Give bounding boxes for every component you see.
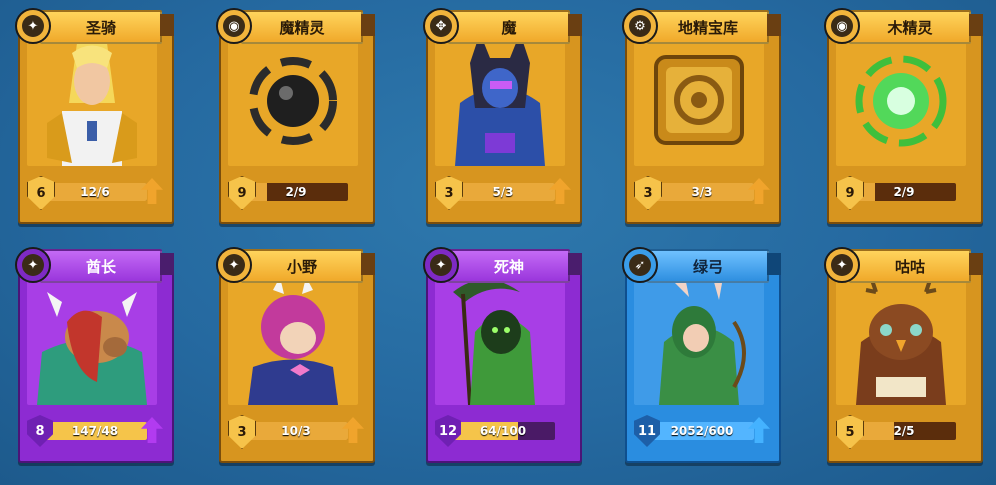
hero-portrait (435, 272, 565, 405)
sparkle-icon: ✦ (15, 247, 51, 283)
hero-card-grid: 圣骑 ✦ 6 12/6 魔精灵 ◉ 9 2/9 魔 ✥ 3 5/3 地精宝库 ⚙… (0, 0, 996, 485)
progress-text: 64/100 (479, 424, 527, 438)
hero-portrait (634, 33, 764, 166)
ribbon-tab (767, 253, 781, 275)
progress-text: 12/6 (80, 185, 110, 199)
progress-text: 10/3 (281, 424, 311, 438)
hero-card-wood-elf[interactable]: 木精灵 ◉ 9 2/9 (824, 6, 983, 224)
ribbon-tab (969, 253, 983, 275)
hero-card-xiaoye[interactable]: 小野 ✦ 3 10/3 (216, 245, 375, 463)
level-progress: 3 5/3 (435, 176, 571, 210)
hero-name-label: 魔精灵 (241, 10, 363, 44)
ribbon-tab (160, 14, 174, 36)
hero-name-label: 魔 (448, 10, 570, 44)
level-progress: 8 147/48 (27, 415, 163, 447)
progress-bar: 2/9 (852, 183, 956, 201)
orb-icon: ◉ (824, 8, 860, 44)
progress-bar: 2052/600 (650, 422, 754, 440)
ribbon-tab (568, 253, 582, 275)
progress-bar: 3/3 (650, 183, 754, 201)
level-progress: 9 2/9 (836, 176, 970, 210)
hero-portrait (228, 272, 358, 405)
progress-bar: 10/3 (244, 422, 348, 440)
level-progress: 3 10/3 (228, 415, 364, 449)
hero-name-label: 咕咕 (849, 249, 971, 283)
hero-name-label: 酋长 (40, 249, 162, 283)
sparkle-icon: ✦ (423, 247, 459, 283)
hero-portrait (228, 33, 358, 166)
hero-card-demon[interactable]: 魔 ✥ 3 5/3 (423, 6, 582, 224)
ribbon-tab (969, 14, 983, 36)
progress-bar: 2/9 (244, 183, 348, 201)
hero-card-dark-elf[interactable]: 魔精灵 ◉ 9 2/9 (216, 6, 375, 224)
hero-portrait (836, 33, 966, 166)
hero-name-label: 绿弓 (647, 249, 769, 283)
progress-bar: 2/5 (852, 422, 956, 440)
level-progress: 5 2/5 (836, 415, 970, 449)
level-progress: 12 64/100 (435, 415, 569, 447)
ribbon-tab (767, 14, 781, 36)
level-progress: 11 2052/600 (634, 415, 770, 447)
progress-text: 5/3 (492, 185, 514, 199)
progress-text: 3/3 (691, 185, 713, 199)
progress-text: 2052/600 (670, 424, 734, 438)
hero-card-gugu[interactable]: 咕咕 ✦ 5 2/5 (824, 245, 983, 463)
progress-text: 2/5 (893, 424, 915, 438)
progress-bar: 64/100 (451, 422, 555, 440)
hero-portrait (435, 33, 565, 166)
ribbon-tab (160, 253, 174, 275)
hero-card-green-archer[interactable]: 绿弓 ➶ 11 2052/600 (622, 245, 781, 463)
level-progress: 3 3/3 (634, 176, 770, 210)
level-shield: 12 (435, 415, 461, 447)
gear-icon: ⚙ (622, 8, 658, 44)
progress-text: 147/48 (71, 424, 119, 438)
level-progress: 9 2/9 (228, 176, 362, 210)
hero-name-label: 死神 (448, 249, 570, 283)
ribbon-tab (361, 253, 375, 275)
sparkle-icon: ✦ (15, 8, 51, 44)
progress-bar: 12/6 (43, 183, 147, 201)
hero-name-label: 木精灵 (849, 10, 971, 44)
ribbon-tab (568, 14, 582, 36)
sparkle-icon: ✦ (824, 247, 860, 283)
orb-icon: ◉ (216, 8, 252, 44)
level-progress: 6 12/6 (27, 176, 163, 210)
crosshair-icon: ✥ (423, 8, 459, 44)
ribbon-tab (361, 14, 375, 36)
level-shield: 11 (634, 415, 660, 447)
hero-card-chieftain[interactable]: 酋长 ✦ 8 147/48 (15, 245, 174, 463)
level-shield: 8 (27, 415, 53, 447)
hero-name-label: 圣骑 (40, 10, 162, 44)
hero-portrait (27, 272, 157, 405)
hero-portrait (634, 272, 764, 405)
hero-card-paladin[interactable]: 圣骑 ✦ 6 12/6 (15, 6, 174, 224)
hero-card-reaper[interactable]: 死神 ✦ 12 64/100 (423, 245, 582, 463)
progress-text: 2/9 (285, 185, 307, 199)
hero-portrait (27, 33, 157, 166)
hero-name-label: 小野 (241, 249, 363, 283)
progress-text: 2/9 (893, 185, 915, 199)
hero-card-goblin-vault[interactable]: 地精宝库 ⚙ 3 3/3 (622, 6, 781, 224)
hero-name-label: 地精宝库 (647, 10, 769, 44)
sparkle-icon: ✦ (216, 247, 252, 283)
bow-icon: ➶ (622, 247, 658, 283)
progress-bar: 147/48 (43, 422, 147, 440)
hero-portrait (836, 272, 966, 405)
progress-bar: 5/3 (451, 183, 555, 201)
